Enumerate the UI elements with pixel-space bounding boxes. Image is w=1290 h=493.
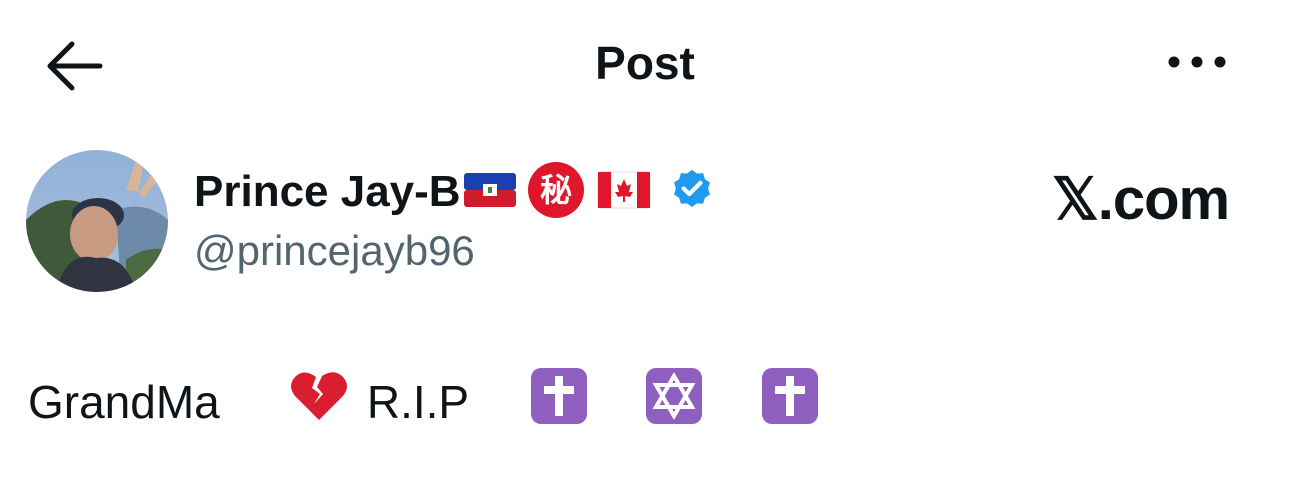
display-name[interactable]: Prince Jay-B: [194, 165, 461, 219]
more-options-button[interactable]: [1160, 42, 1230, 82]
post-word: GrandMa: [28, 376, 220, 428]
verified-badge-icon: [669, 167, 715, 218]
secret-ideograph-icon: 秘: [527, 161, 585, 224]
canada-flag-icon: [597, 171, 651, 214]
post-word: R.I.P: [366, 376, 470, 428]
more-horizontal-icon: [1168, 56, 1226, 68]
avatar-photo: [26, 150, 168, 292]
author-name-row: Prince Jay-B 秘: [194, 161, 715, 220]
top-navigation-bar: Post: [0, 0, 1290, 125]
x-com-watermark: 𝕏.com: [1052, 167, 1230, 232]
avatar[interactable]: [26, 150, 168, 292]
broken-heart-icon: [238, 312, 349, 492]
latin-cross-icon: [709, 311, 818, 493]
author-handle[interactable]: @princejayb96: [194, 226, 475, 276]
latin-cross-icon: [479, 311, 588, 493]
haiti-flag-icon: [463, 172, 517, 213]
star-of-david-icon: [594, 311, 703, 493]
page-title: Post: [595, 37, 695, 89]
post-text: GrandMa R.I.P: [28, 368, 819, 432]
svg-text:秘: 秘: [540, 171, 572, 209]
